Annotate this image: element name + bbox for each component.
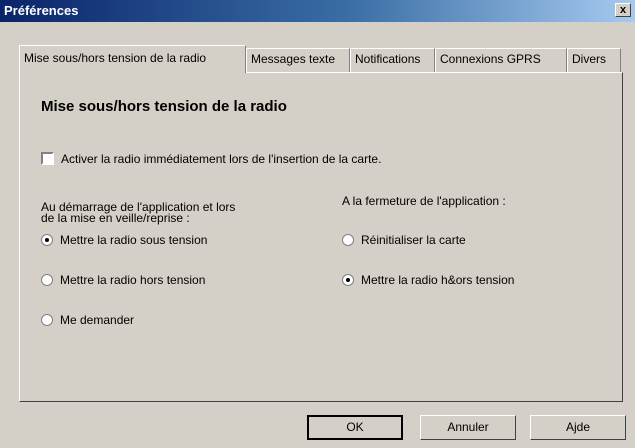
radio-label-power-off: Mettre la radio hors tension bbox=[60, 273, 206, 287]
startup-group-label: Au démarrage de l'application et lors de… bbox=[41, 200, 236, 225]
tab-misc[interactable]: Divers bbox=[567, 48, 621, 72]
shutdown-group-label: A la fermeture de l'application : bbox=[342, 194, 506, 208]
activate-radio-checkbox[interactable] bbox=[41, 152, 54, 165]
radio-selected-dot bbox=[45, 238, 49, 242]
tab-radio-power[interactable]: Mise sous/hors tension de la radio bbox=[19, 45, 246, 73]
cancel-button[interactable]: Annuler bbox=[420, 415, 516, 440]
activate-radio-label: Activer la radio immédiatement lors de l… bbox=[61, 152, 382, 166]
tab-notifications[interactable]: Notifications bbox=[350, 48, 435, 72]
radio-button-ask-me[interactable] bbox=[41, 314, 53, 326]
close-button[interactable]: x bbox=[615, 3, 631, 17]
tab-text-messages[interactable]: Messages texte bbox=[246, 48, 350, 72]
radio-label-radio-off-on-exit: Mettre la radio h&ors tension bbox=[361, 273, 515, 287]
radio-button-power-on[interactable] bbox=[41, 234, 53, 246]
title-bar: Préférences x bbox=[0, 0, 635, 22]
help-button[interactable]: Ajde bbox=[530, 415, 626, 440]
radio-label-power-on: Mettre la radio sous tension bbox=[60, 233, 208, 247]
tab-gprs-connections[interactable]: Connexions GPRS bbox=[435, 48, 567, 72]
radio-label-reset-card: Réinitialiser la carte bbox=[361, 233, 466, 247]
radio-button-reset-card[interactable] bbox=[342, 234, 354, 246]
radio-selected-dot bbox=[346, 278, 350, 282]
radio-label-ask-me: Me demander bbox=[60, 313, 135, 327]
radio-button-power-off[interactable] bbox=[41, 274, 53, 286]
section-heading: Mise sous/hors tension de la radio bbox=[41, 98, 287, 115]
radio-button-radio-off-on-exit[interactable] bbox=[342, 274, 354, 286]
window-title: Préférences bbox=[4, 3, 79, 18]
ok-button[interactable]: OK bbox=[307, 415, 403, 440]
